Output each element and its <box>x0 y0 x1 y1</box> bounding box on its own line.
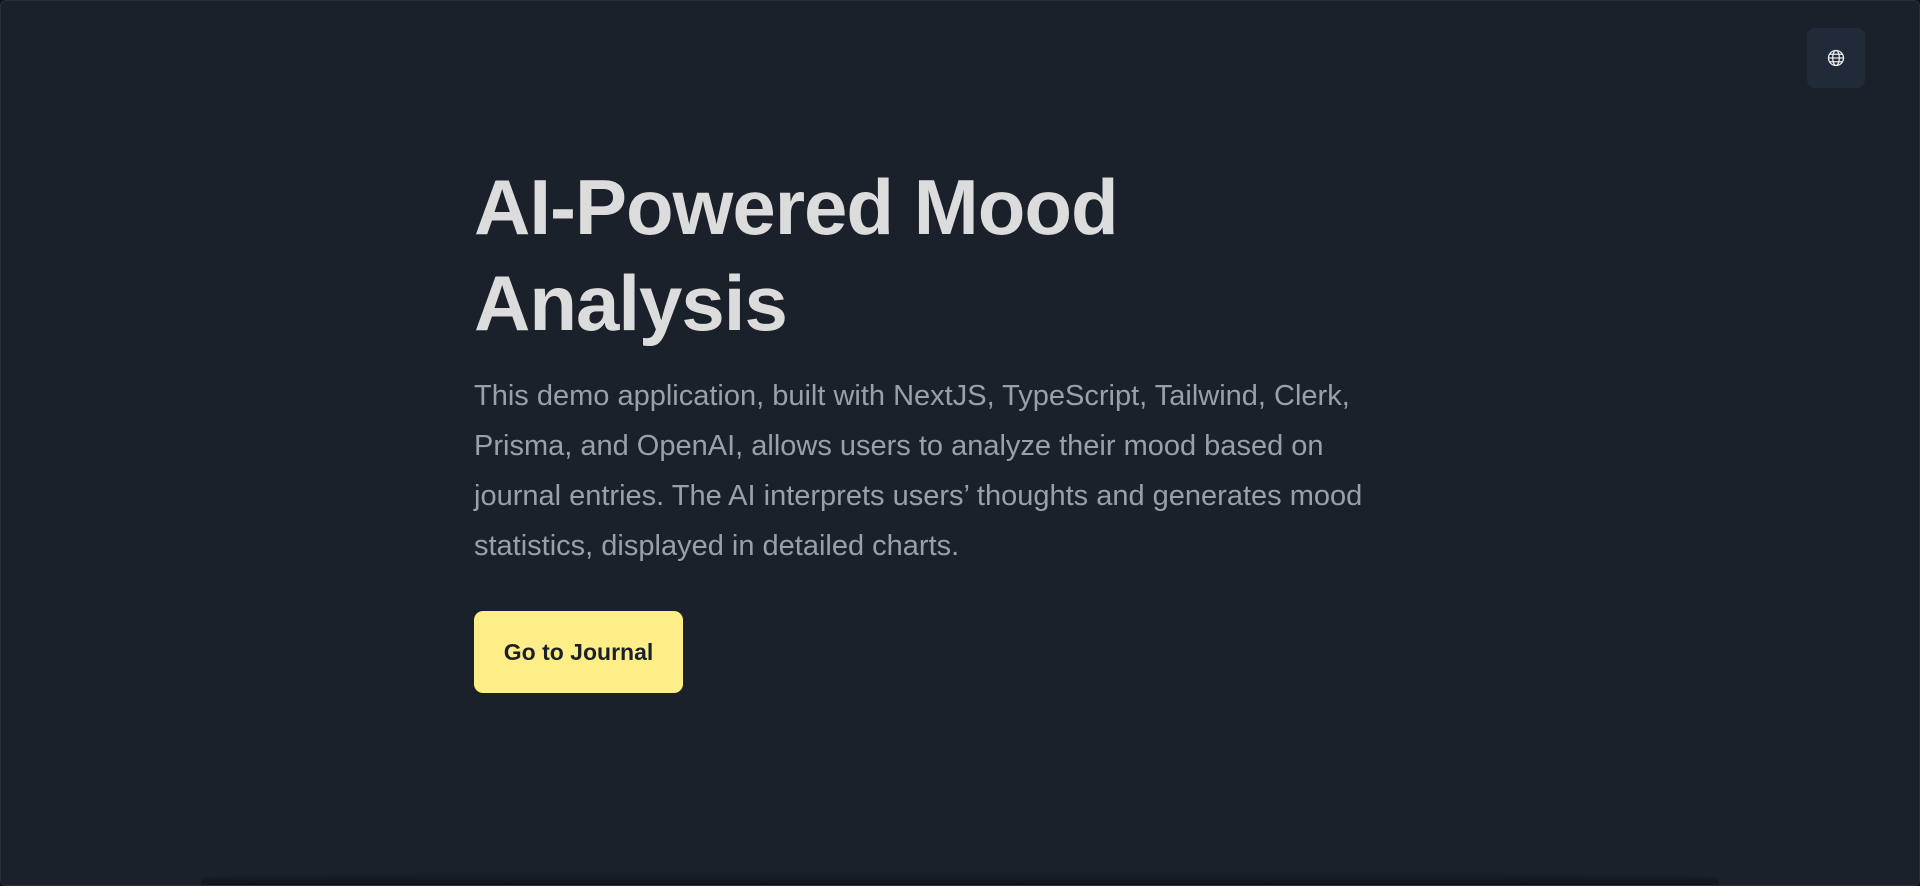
globe-icon <box>1826 48 1846 68</box>
hero-section: AI-Powered Mood Analysis This demo appli… <box>474 159 1394 693</box>
bottom-edge-shadow <box>201 871 1719 885</box>
go-to-journal-button[interactable]: Go to Journal <box>474 611 683 693</box>
language-button[interactable] <box>1807 28 1865 88</box>
page-title-line-2: Analysis <box>474 259 788 347</box>
page-title: AI-Powered Mood Analysis <box>474 159 1394 351</box>
hero-description: This demo application, built with NextJS… <box>474 380 1363 562</box>
page-title-line-1: AI-Powered Mood <box>474 163 1119 251</box>
app-window: AI-Powered Mood Analysis This demo appli… <box>0 0 1920 886</box>
